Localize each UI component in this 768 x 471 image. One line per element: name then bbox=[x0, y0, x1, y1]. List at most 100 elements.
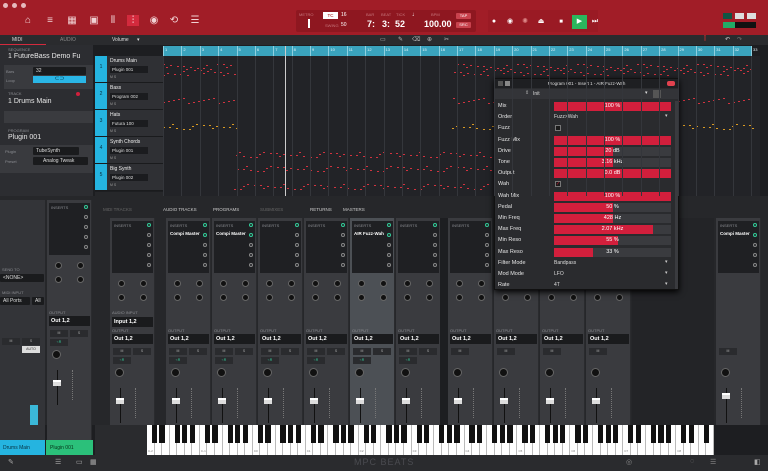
bar-value[interactable]: 7: bbox=[367, 19, 375, 29]
insert-power-icon[interactable] bbox=[84, 215, 88, 219]
browser-icon[interactable]: ⌂ bbox=[22, 15, 34, 26]
output-field[interactable]: Out 1,2 bbox=[496, 334, 537, 344]
list-icon[interactable]: ☰ bbox=[189, 15, 201, 26]
mixer-tab[interactable]: MIDI TRACKS bbox=[103, 207, 132, 212]
send-knob[interactable] bbox=[594, 294, 601, 301]
black-key[interactable] bbox=[258, 425, 263, 443]
stop-button[interactable]: ■ bbox=[555, 16, 567, 28]
bars-field[interactable]: 32 bbox=[33, 67, 86, 75]
pan-knob[interactable] bbox=[545, 368, 554, 377]
program-name[interactable]: Plugin 001 bbox=[8, 134, 41, 141]
send-knob[interactable] bbox=[478, 294, 485, 301]
volume-fader[interactable] bbox=[172, 398, 180, 404]
param-slider[interactable]: 100 % bbox=[554, 192, 671, 201]
param-slider[interactable]: 0.0 dB bbox=[554, 169, 671, 178]
automation-button[interactable]: ⌁R bbox=[215, 357, 233, 364]
black-key[interactable] bbox=[545, 425, 550, 443]
play-button[interactable]: ▶ bbox=[572, 15, 587, 29]
redo-icon[interactable]: ↷ bbox=[737, 36, 742, 43]
send-knob[interactable] bbox=[55, 276, 62, 283]
menu-icon[interactable]: ☰ bbox=[710, 458, 716, 466]
mute-button[interactable]: M bbox=[589, 348, 607, 355]
param-slider[interactable]: 55 % bbox=[554, 236, 671, 245]
insert-slot[interactable]: Compi Master bbox=[216, 231, 246, 236]
pan-knob[interactable] bbox=[355, 368, 364, 377]
mute-button[interactable]: M bbox=[497, 348, 515, 355]
black-key[interactable] bbox=[228, 425, 233, 443]
black-key[interactable] bbox=[651, 425, 656, 443]
black-key[interactable] bbox=[159, 425, 164, 443]
insert-power-icon[interactable] bbox=[387, 233, 391, 237]
send-knob[interactable] bbox=[570, 294, 577, 301]
window-minimize-button[interactable] bbox=[12, 3, 17, 8]
black-key[interactable] bbox=[182, 425, 187, 443]
black-key[interactable] bbox=[613, 425, 618, 443]
insert-power-icon[interactable] bbox=[84, 245, 88, 249]
track-program-dropdown[interactable]: Plugin 001 bbox=[110, 66, 148, 73]
black-key[interactable] bbox=[190, 425, 195, 443]
playhead[interactable] bbox=[285, 46, 286, 196]
tap-button[interactable]: TAP bbox=[456, 13, 471, 19]
send-knob[interactable] bbox=[77, 262, 84, 269]
track-mute-solo[interactable]: M S bbox=[110, 75, 116, 79]
send-knob[interactable] bbox=[312, 294, 319, 301]
param-slider[interactable]: 2.07 kHz bbox=[554, 225, 671, 234]
bottom-program-label[interactable]: Plugin 001 bbox=[46, 440, 93, 455]
black-key[interactable] bbox=[507, 425, 512, 443]
insert-slot[interactable]: Compi Master bbox=[720, 231, 750, 236]
track-mute-solo[interactable]: M S bbox=[110, 183, 116, 187]
mute-button[interactable]: M bbox=[261, 348, 279, 355]
track-mute-solo[interactable]: M S bbox=[110, 129, 116, 133]
black-key[interactable] bbox=[152, 425, 157, 443]
solo-button[interactable]: S bbox=[373, 348, 391, 355]
insert-power-icon[interactable] bbox=[753, 243, 757, 247]
insert-power-icon[interactable] bbox=[433, 223, 437, 227]
insert-power-icon[interactable] bbox=[295, 223, 299, 227]
send-knob[interactable] bbox=[55, 262, 62, 269]
pad-view-icon[interactable]: ▦ bbox=[66, 15, 78, 26]
solo-button[interactable]: S bbox=[22, 338, 40, 345]
audio-settings-button[interactable] bbox=[747, 13, 756, 19]
mixer-tab[interactable]: SUBMIXES bbox=[260, 207, 283, 212]
send-knob[interactable] bbox=[174, 280, 181, 287]
black-key[interactable] bbox=[598, 425, 603, 443]
mixer-tab[interactable]: RETURNS bbox=[310, 207, 332, 212]
loop-toggle[interactable]: ⊂⊃ bbox=[33, 76, 86, 83]
solo-button[interactable]: S bbox=[189, 348, 207, 355]
volume-fader[interactable] bbox=[592, 398, 600, 404]
solo-button[interactable]: S bbox=[419, 348, 437, 355]
param-checkbox[interactable] bbox=[555, 125, 561, 131]
loop-icon[interactable]: ⟲ bbox=[168, 15, 180, 26]
track-mode-buttons[interactable] bbox=[4, 111, 93, 123]
volume-fader[interactable] bbox=[722, 393, 730, 399]
pan-knob[interactable] bbox=[401, 368, 410, 377]
pan-knob[interactable] bbox=[721, 368, 730, 377]
black-key[interactable] bbox=[280, 425, 285, 443]
send-knob[interactable] bbox=[616, 294, 623, 301]
track-program-dropdown[interactable]: Program 002 bbox=[110, 93, 148, 100]
insert-power-icon[interactable] bbox=[485, 263, 489, 267]
send-knob[interactable] bbox=[266, 294, 273, 301]
mixer-view-icon[interactable]: ⫶ bbox=[127, 15, 139, 26]
insert-power-icon[interactable] bbox=[84, 205, 88, 209]
insert-slot[interactable]: Compi Master bbox=[170, 231, 200, 236]
output-field[interactable]: Out 1,2 bbox=[112, 334, 153, 344]
pan-knob[interactable] bbox=[52, 350, 61, 359]
black-key[interactable] bbox=[212, 425, 217, 443]
black-key[interactable] bbox=[364, 425, 369, 443]
insert-power-icon[interactable] bbox=[295, 253, 299, 257]
pan-knob[interactable] bbox=[217, 368, 226, 377]
output-field[interactable]: Out 1,2 bbox=[398, 334, 439, 344]
pan-knob[interactable] bbox=[171, 368, 180, 377]
param-dropdown[interactable]: 4T bbox=[554, 282, 671, 288]
insert-power-icon[interactable] bbox=[147, 233, 151, 237]
black-key[interactable] bbox=[477, 425, 482, 443]
insert-power-icon[interactable] bbox=[753, 263, 757, 267]
black-key[interactable] bbox=[681, 425, 686, 443]
plugin-close-button[interactable] bbox=[667, 81, 675, 86]
black-key[interactable] bbox=[658, 425, 663, 443]
insert-power-icon[interactable] bbox=[203, 223, 207, 227]
mute-button[interactable]: M bbox=[215, 348, 233, 355]
src-button[interactable]: SRC bbox=[456, 22, 471, 28]
bpm-value[interactable]: 100.00 bbox=[424, 19, 452, 29]
